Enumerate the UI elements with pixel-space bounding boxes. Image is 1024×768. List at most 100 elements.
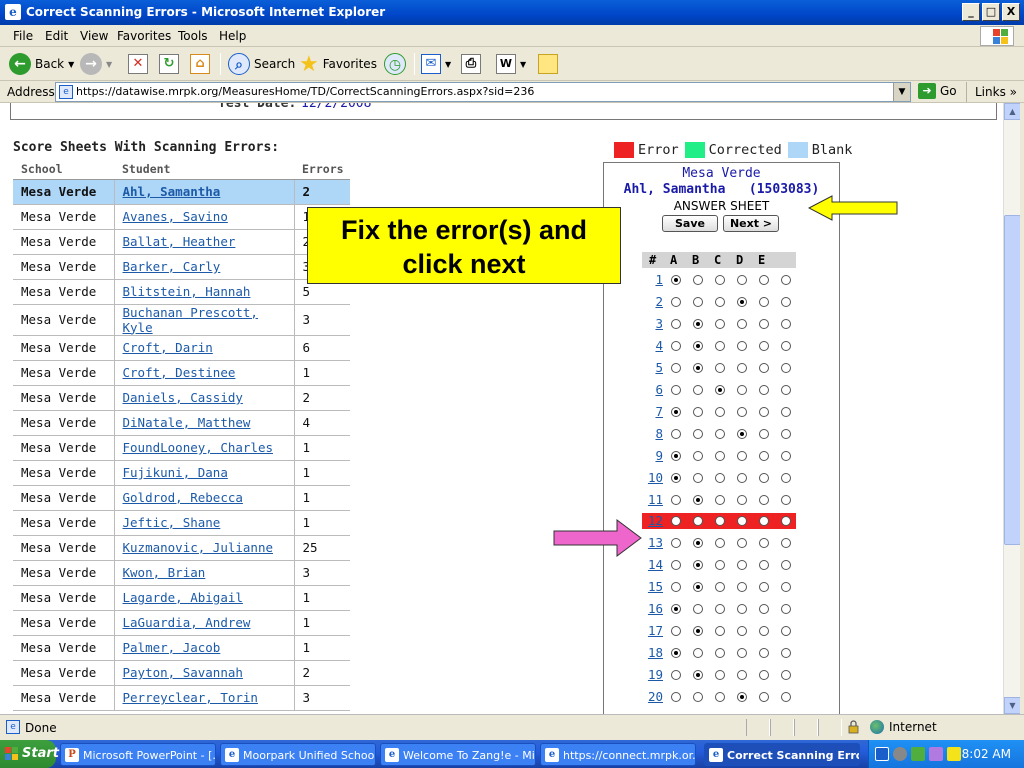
- menu-view[interactable]: View: [80, 29, 108, 43]
- table-row[interactable]: Mesa Verde Croft, Destinee 1: [13, 360, 350, 386]
- answer-bubble[interactable]: [693, 516, 703, 527]
- table-row[interactable]: Mesa Verde Daniels, Cassidy 2: [13, 385, 350, 411]
- answer-bubble[interactable]: [781, 450, 791, 461]
- question-number-link[interactable]: 7: [642, 404, 663, 419]
- answer-bubble[interactable]: [759, 692, 769, 703]
- home-button[interactable]: ⌂: [190, 52, 210, 76]
- task-connect[interactable]: e https://connect.mrpk.or...: [540, 743, 696, 766]
- question-number-link[interactable]: 12: [642, 513, 663, 528]
- answer-bubble[interactable]: [693, 692, 703, 703]
- answer-bubble[interactable]: [693, 428, 703, 439]
- answer-bubble[interactable]: [737, 296, 747, 307]
- answer-bubble[interactable]: [671, 318, 681, 329]
- table-row[interactable]: Mesa Verde Perreyclear, Torin 3: [13, 685, 350, 711]
- scroll-thumb[interactable]: [1004, 215, 1021, 545]
- answer-bubble[interactable]: [737, 384, 747, 395]
- answer-bubble[interactable]: [737, 648, 747, 659]
- answer-bubble[interactable]: [693, 296, 703, 307]
- answer-bubble[interactable]: [759, 516, 769, 527]
- answer-bubble[interactable]: [671, 362, 681, 373]
- answer-bubble[interactable]: [759, 275, 769, 285]
- answer-bubble[interactable]: [781, 428, 791, 439]
- task-zangle[interactable]: e Welcome To Zang!e - Mi...: [380, 743, 536, 766]
- question-number-link[interactable]: 6: [642, 382, 663, 397]
- student-link[interactable]: Kwon, Brian: [123, 565, 206, 580]
- table-row[interactable]: Mesa Verde FoundLooney, Charles 1: [13, 435, 350, 461]
- answer-bubble[interactable]: [671, 582, 681, 593]
- task-moorpark[interactable]: e Moorpark Unified School ...: [220, 743, 376, 766]
- vertical-scrollbar[interactable]: ▲ ▼: [1003, 103, 1021, 714]
- answer-bubble[interactable]: [759, 582, 769, 593]
- stop-button[interactable]: ✕: [128, 52, 148, 76]
- update-tray-icon[interactable]: [947, 747, 961, 761]
- answer-bubble[interactable]: [781, 626, 791, 637]
- links-button[interactable]: Links »: [966, 82, 1017, 102]
- answer-bubble[interactable]: [715, 692, 725, 703]
- question-number-link[interactable]: 1: [642, 272, 663, 287]
- question-number-link[interactable]: 18: [642, 645, 663, 660]
- answer-bubble[interactable]: [781, 275, 791, 285]
- answer-bubble[interactable]: [781, 472, 791, 483]
- answer-bubble[interactable]: [781, 494, 791, 505]
- student-link[interactable]: Kuzmanovic, Julianne: [123, 540, 274, 555]
- student-link[interactable]: Barker, Carly: [123, 259, 221, 274]
- address-dropdown-icon[interactable]: ▼: [893, 83, 910, 101]
- answer-bubble[interactable]: [759, 494, 769, 505]
- table-row[interactable]: Mesa Verde Fujikuni, Dana 1: [13, 460, 350, 486]
- answer-bubble[interactable]: [715, 494, 725, 505]
- answer-bubble[interactable]: [781, 692, 791, 703]
- notes-button[interactable]: [538, 52, 558, 76]
- maximize-button[interactable]: □: [982, 3, 1000, 21]
- answer-bubble[interactable]: [737, 362, 747, 373]
- answer-bubble[interactable]: [671, 384, 681, 395]
- address-input[interactable]: e https://datawise.mrpk.org/MeasuresHome…: [55, 82, 911, 102]
- question-number-link[interactable]: 19: [642, 667, 663, 682]
- table-row[interactable]: Mesa Verde Lagarde, Abigail 1: [13, 585, 350, 611]
- answer-bubble[interactable]: [781, 406, 791, 417]
- answer-bubble[interactable]: [693, 275, 703, 285]
- student-link[interactable]: Payton, Savannah: [123, 665, 243, 680]
- table-row[interactable]: Mesa Verde Ahl, Samantha 2: [13, 179, 350, 205]
- close-button[interactable]: X: [1002, 3, 1020, 21]
- answer-bubble[interactable]: [715, 472, 725, 483]
- bluetooth-tray-icon[interactable]: [929, 747, 943, 761]
- go-button[interactable]: ➜ Go: [918, 83, 957, 99]
- answer-bubble[interactable]: [715, 428, 725, 439]
- answer-bubble[interactable]: [715, 648, 725, 659]
- answer-bubble[interactable]: [759, 538, 769, 549]
- answer-bubble[interactable]: [759, 472, 769, 483]
- next-button[interactable]: Next >: [723, 215, 779, 232]
- answer-bubble[interactable]: [759, 560, 769, 571]
- student-link[interactable]: Daniels, Cassidy: [123, 390, 243, 405]
- table-row[interactable]: Mesa Verde Payton, Savannah 2: [13, 660, 350, 686]
- student-link[interactable]: Fujikuni, Dana: [123, 465, 228, 480]
- answer-bubble[interactable]: [737, 472, 747, 483]
- favorites-button[interactable]: ★ Favorites: [299, 52, 377, 77]
- student-link[interactable]: LaGuardia, Andrew: [123, 615, 251, 630]
- question-number-link[interactable]: 14: [642, 557, 663, 572]
- answer-bubble[interactable]: [693, 340, 703, 351]
- answer-bubble[interactable]: [693, 648, 703, 659]
- answer-bubble[interactable]: [759, 450, 769, 461]
- student-link[interactable]: Lagarde, Abigail: [123, 590, 243, 605]
- answer-bubble[interactable]: [715, 560, 725, 571]
- answer-bubble[interactable]: [693, 318, 703, 329]
- table-row[interactable]: Mesa Verde Kwon, Brian 3: [13, 560, 350, 586]
- answer-bubble[interactable]: [759, 362, 769, 373]
- answer-bubble[interactable]: [715, 318, 725, 329]
- answer-bubble[interactable]: [693, 406, 703, 417]
- answer-bubble[interactable]: [737, 450, 747, 461]
- answer-bubble[interactable]: [671, 494, 681, 505]
- answer-bubble[interactable]: [781, 516, 791, 527]
- student-link[interactable]: Jeftic, Shane: [123, 515, 221, 530]
- answer-bubble[interactable]: [737, 582, 747, 593]
- answer-bubble[interactable]: [693, 560, 703, 571]
- table-row[interactable]: Mesa Verde DiNatale, Matthew 4: [13, 410, 350, 436]
- answer-bubble[interactable]: [671, 670, 681, 681]
- answer-bubble[interactable]: [693, 626, 703, 637]
- answer-bubble[interactable]: [759, 406, 769, 417]
- student-link[interactable]: Ahl, Samantha: [123, 184, 221, 199]
- answer-bubble[interactable]: [671, 450, 681, 461]
- answer-bubble[interactable]: [715, 296, 725, 307]
- question-number-link[interactable]: 2: [642, 294, 663, 309]
